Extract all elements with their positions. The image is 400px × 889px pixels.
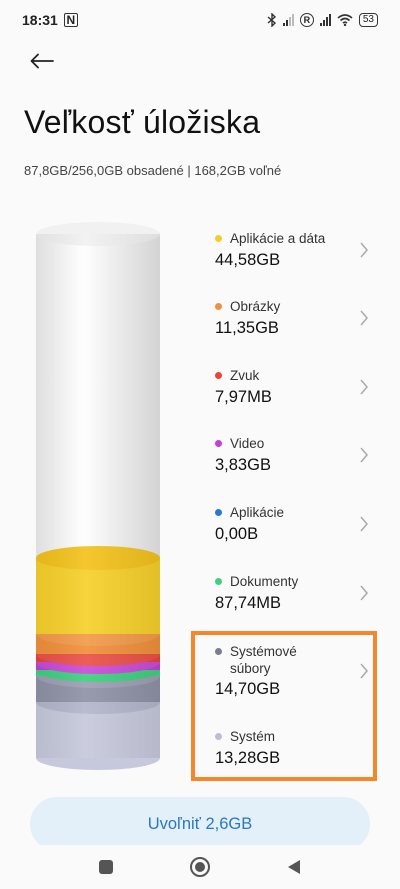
category-color-dot bbox=[215, 372, 222, 379]
category-label: Dokumenty bbox=[230, 574, 299, 589]
roaming-icon: R bbox=[299, 13, 314, 27]
back-arrow-icon bbox=[30, 53, 54, 69]
category-color-dot bbox=[215, 440, 222, 447]
chevron-right-icon bbox=[360, 379, 368, 395]
signal-2-icon bbox=[319, 14, 331, 26]
category-video[interactable]: Video 3,83GB bbox=[210, 435, 376, 495]
usage-summary: 87,8GB/256,0GB obsadené | 168,2GB voľné bbox=[24, 163, 282, 178]
page-title: Veľkosť úložiska bbox=[24, 104, 261, 140]
chevron-right-icon bbox=[360, 516, 368, 532]
category-documents[interactable]: Dokumenty 87,74MB bbox=[210, 573, 376, 633]
wifi-icon bbox=[337, 14, 353, 26]
free-up-button[interactable]: Uvoľniť 2,6GB bbox=[30, 797, 370, 851]
category-size: 7,97MB bbox=[215, 388, 272, 406]
storage-cylinder bbox=[36, 222, 160, 770]
category-color-dot bbox=[215, 303, 222, 310]
category-color-dot bbox=[215, 509, 222, 516]
category-apps-and-data[interactable]: Aplikácie a dáta 44,58GB bbox=[210, 230, 376, 290]
category-size: 44,58GB bbox=[215, 251, 281, 269]
category-label: Aplikácie a dáta bbox=[230, 231, 326, 246]
category-label: Video bbox=[230, 436, 265, 451]
status-bar: 18:31 N R 53 bbox=[0, 0, 400, 40]
chevron-right-icon bbox=[360, 447, 368, 463]
bluetooth-icon bbox=[267, 13, 276, 27]
category-size: 0,00B bbox=[215, 525, 259, 543]
category-color-dot bbox=[215, 578, 222, 585]
chevron-right-icon bbox=[360, 310, 368, 326]
chevron-right-icon bbox=[360, 585, 368, 601]
status-indicators: R 53 bbox=[267, 13, 378, 27]
category-audio[interactable]: Zvuk 7,97MB bbox=[210, 367, 376, 427]
status-time: 18:31 bbox=[22, 12, 58, 28]
category-label: Aplikácie bbox=[230, 505, 285, 520]
signal-1-icon bbox=[282, 14, 294, 26]
back-button[interactable] bbox=[24, 46, 60, 76]
nav-recents-button[interactable] bbox=[94, 855, 118, 879]
category-size: 87,74MB bbox=[215, 594, 282, 612]
category-size: 3,83GB bbox=[215, 456, 271, 474]
category-label: Zvuk bbox=[230, 368, 260, 383]
nav-square-icon bbox=[99, 860, 113, 874]
category-applications[interactable]: Aplikácie 0,00B bbox=[210, 504, 376, 564]
category-size: 11,35GB bbox=[215, 319, 279, 337]
cylinder-shading bbox=[36, 234, 160, 758]
category-color-dot bbox=[215, 235, 222, 242]
nfc-icon: N bbox=[63, 13, 78, 27]
nav-home-button[interactable] bbox=[188, 855, 212, 879]
nav-home-icon bbox=[190, 857, 210, 877]
navigation-bar bbox=[0, 845, 400, 889]
chevron-right-icon bbox=[360, 242, 368, 258]
highlight-box bbox=[191, 631, 377, 781]
battery-icon: 53 bbox=[358, 13, 378, 27]
nav-back-button[interactable] bbox=[282, 855, 306, 879]
category-label: Obrázky bbox=[230, 299, 281, 314]
category-images[interactable]: Obrázky 11,35GB bbox=[210, 298, 376, 358]
nav-back-icon bbox=[288, 860, 300, 874]
